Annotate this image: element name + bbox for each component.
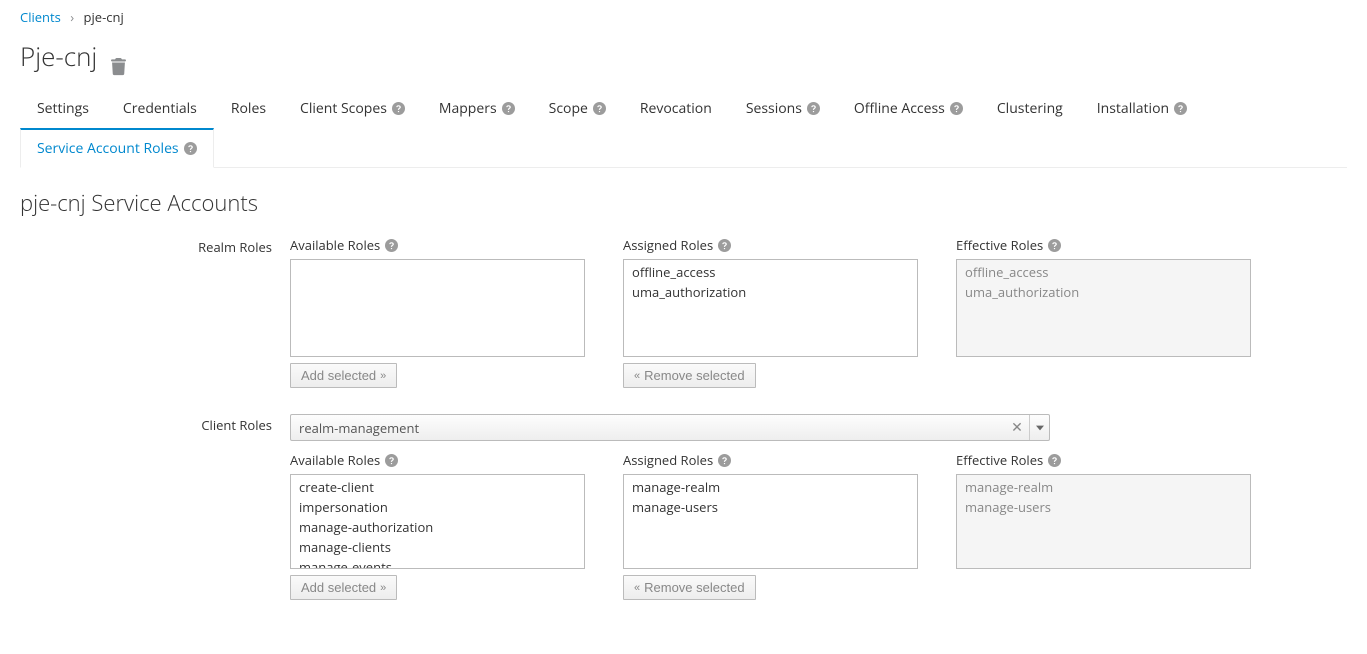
help-icon[interactable] (807, 102, 820, 115)
tab-installation[interactable]: Installation (1080, 89, 1204, 128)
effective-roles-label: Effective Roles (956, 236, 1043, 254)
help-icon[interactable] (392, 102, 405, 115)
available-roles-label: Available Roles (290, 451, 380, 469)
realm-effective-listbox: offline_accessuma_authorization (956, 259, 1251, 357)
add-selected-button[interactable]: Add selected » (290, 575, 397, 600)
chevron-left-icon: « (634, 582, 640, 594)
tab-revocation[interactable]: Revocation (623, 89, 729, 128)
list-item[interactable]: offline_access (624, 262, 917, 282)
available-roles-label: Available Roles (290, 236, 380, 254)
tab-sessions[interactable]: Sessions (729, 89, 837, 128)
tab-service-account-roles[interactable]: Service Account Roles (20, 128, 214, 168)
tab-mappers[interactable]: Mappers (422, 89, 532, 128)
client-select-value: realm-management (291, 415, 1005, 440)
client-select-dropdown[interactable]: realm-management ✕ (290, 414, 1050, 441)
effective-roles-label: Effective Roles (956, 451, 1043, 469)
breadcrumb-current: pje-cnj (84, 8, 124, 26)
list-item[interactable]: create-client (291, 477, 584, 497)
chevron-right-icon: » (380, 582, 386, 594)
add-selected-button[interactable]: Add selected » (290, 363, 397, 388)
list-item[interactable]: manage-users (624, 497, 917, 517)
realm-roles-label: Realm Roles (20, 236, 290, 388)
tab-offline-access[interactable]: Offline Access (837, 89, 980, 128)
help-icon[interactable] (1048, 454, 1061, 467)
client-roles-row: Client Roles realm-management ✕ Availabl… (20, 414, 1347, 600)
help-icon[interactable] (593, 102, 606, 115)
clear-icon[interactable]: ✕ (1005, 415, 1029, 440)
chevron-down-icon[interactable] (1029, 415, 1049, 440)
list-item[interactable]: impersonation (291, 497, 584, 517)
client-assigned-listbox[interactable]: manage-realmmanage-users (623, 474, 918, 569)
list-item: manage-users (957, 497, 1250, 517)
help-icon[interactable] (385, 239, 398, 252)
list-item[interactable]: manage-realm (624, 477, 917, 497)
list-item[interactable]: manage-clients (291, 537, 584, 557)
help-icon[interactable] (385, 454, 398, 467)
tabs: SettingsCredentialsRolesClient ScopesMap… (20, 88, 1347, 168)
chevron-left-icon: « (634, 370, 640, 382)
list-item[interactable]: uma_authorization (624, 282, 917, 302)
list-item[interactable]: manage-events (291, 557, 584, 569)
help-icon[interactable] (1174, 102, 1187, 115)
realm-available-listbox[interactable] (290, 259, 585, 357)
help-icon[interactable] (950, 102, 963, 115)
tab-client-scopes[interactable]: Client Scopes (283, 89, 422, 128)
list-item[interactable]: manage-authorization (291, 517, 584, 537)
page-title: Pje-cnj (20, 38, 1347, 74)
help-icon[interactable] (184, 142, 197, 155)
tab-settings[interactable]: Settings (20, 89, 106, 128)
client-roles-label: Client Roles (20, 414, 290, 600)
trash-icon[interactable] (111, 48, 126, 65)
tab-clustering[interactable]: Clustering (980, 89, 1080, 128)
remove-selected-button[interactable]: « Remove selected (623, 575, 756, 600)
client-available-listbox[interactable]: create-clientimpersonationmanage-authori… (290, 474, 585, 569)
breadcrumb: Clients › pje-cnj (20, 8, 1347, 26)
client-effective-listbox: manage-realmmanage-users (956, 474, 1251, 569)
list-item: manage-realm (957, 477, 1250, 497)
help-icon[interactable] (1048, 239, 1061, 252)
help-icon[interactable] (718, 239, 731, 252)
tab-scope[interactable]: Scope (532, 89, 623, 128)
assigned-roles-label: Assigned Roles (623, 451, 713, 469)
chevron-right-icon: » (380, 370, 386, 382)
list-item: uma_authorization (957, 282, 1250, 302)
assigned-roles-label: Assigned Roles (623, 236, 713, 254)
tab-roles[interactable]: Roles (214, 89, 283, 128)
help-icon[interactable] (718, 454, 731, 467)
breadcrumb-separator: › (70, 8, 74, 26)
list-item: offline_access (957, 262, 1250, 282)
realm-roles-row: Realm Roles Available Roles Add selected… (20, 236, 1347, 388)
breadcrumb-parent-link[interactable]: Clients (20, 8, 61, 26)
section-title: pje-cnj Service Accounts (20, 188, 1347, 218)
remove-selected-button[interactable]: « Remove selected (623, 363, 756, 388)
realm-assigned-listbox[interactable]: offline_accessuma_authorization (623, 259, 918, 357)
tab-credentials[interactable]: Credentials (106, 89, 214, 128)
help-icon[interactable] (502, 102, 515, 115)
